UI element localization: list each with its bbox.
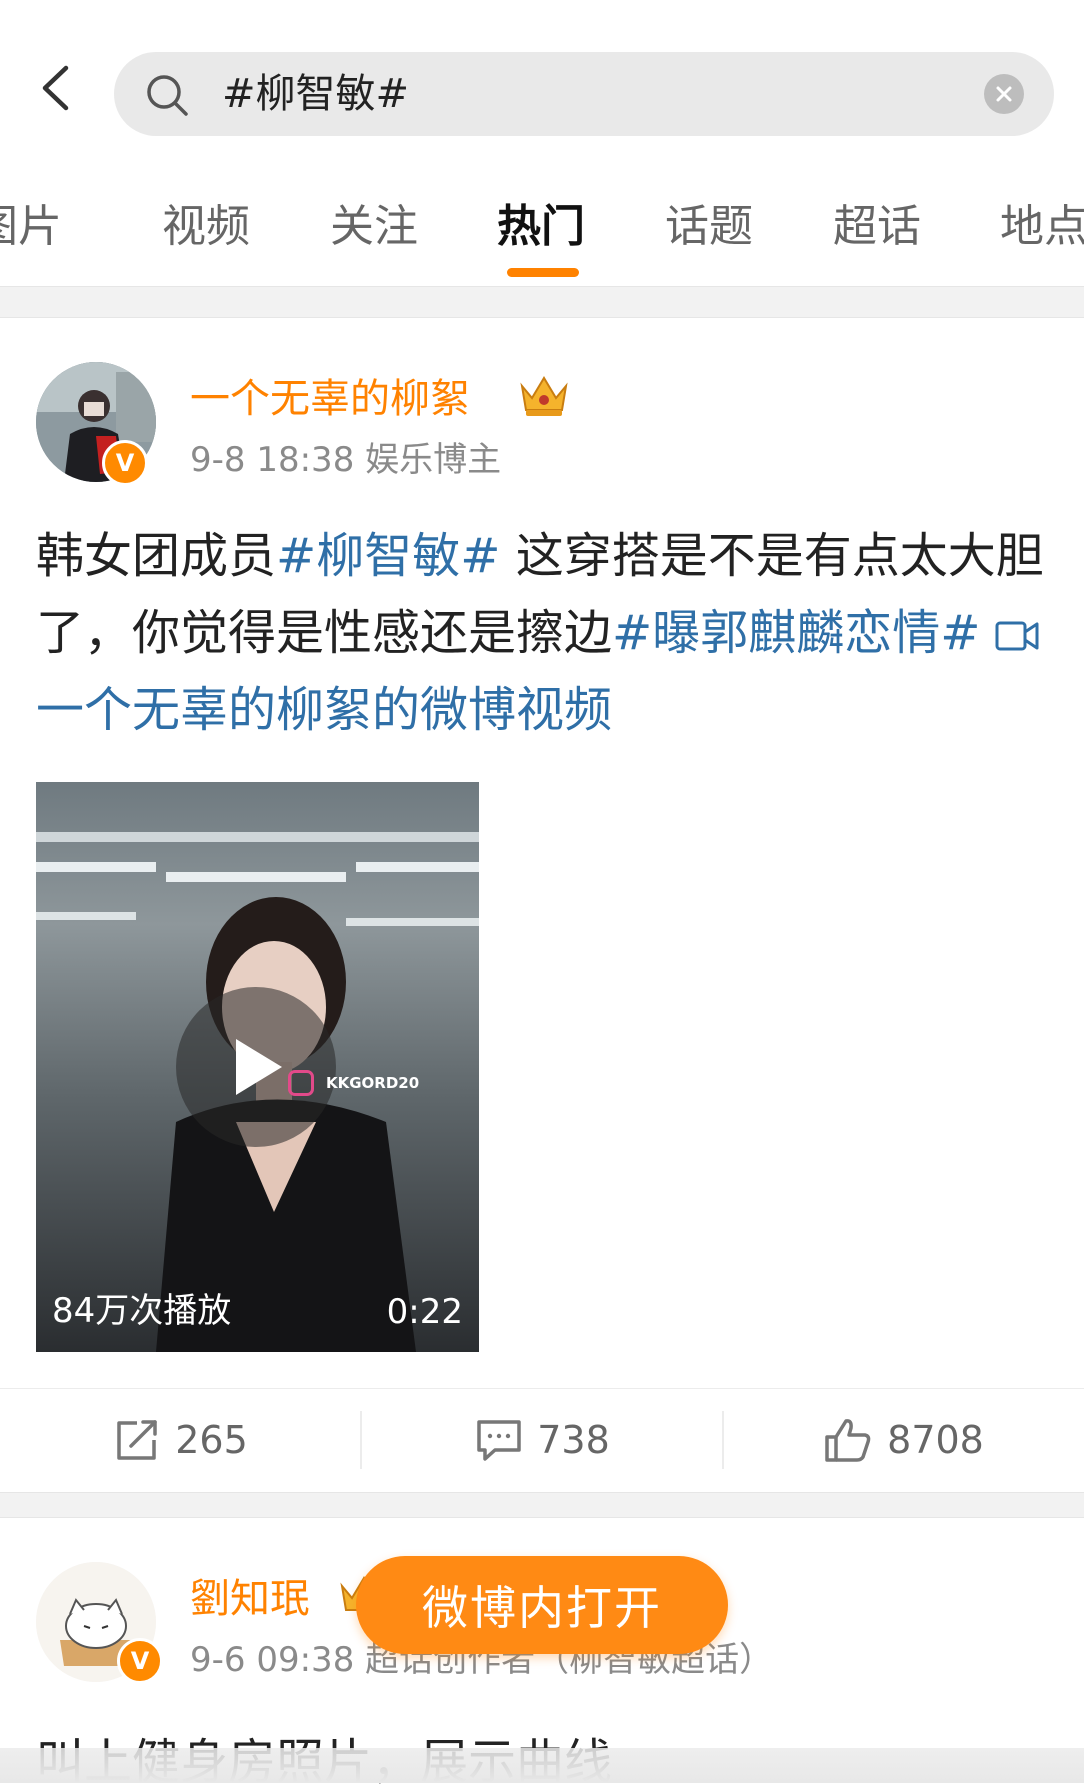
like-button[interactable]: 8708 [723, 1389, 1084, 1491]
verified-badge: V [102, 440, 148, 486]
post-actions: 265 738 8708 [0, 1388, 1084, 1491]
instagram-icon [288, 1070, 314, 1096]
video-duration: 0:22 [386, 1292, 463, 1332]
tab-images[interactable]: 图片 [0, 190, 62, 254]
post-meta: 9-8 18:38 娱乐博主 [190, 440, 502, 480]
video-link[interactable]: 一个无辜的柳絮的微博视频 [36, 682, 612, 738]
repost-button[interactable]: 265 [0, 1389, 361, 1491]
verified-badge: V [117, 1638, 163, 1684]
comment-button[interactable]: 738 [362, 1389, 723, 1491]
search-icon [147, 75, 188, 116]
comment-count: 738 [537, 1418, 610, 1462]
hashtag-link[interactable]: #柳智敏# [276, 528, 500, 584]
post-author-name[interactable]: 一个无辜的柳絮 [190, 366, 470, 424]
play-count: 84万次播放 [52, 1291, 232, 1331]
repost-count: 265 [175, 1418, 248, 1462]
tab-videos[interactable]: 视频 [162, 190, 250, 254]
clear-search-button[interactable] [984, 74, 1024, 114]
bottom-fade [0, 1748, 1084, 1783]
play-icon [236, 1039, 282, 1095]
tab-following[interactable]: 关注 [330, 190, 418, 254]
post-text-intro: 韩女团成员 [36, 528, 277, 584]
video-thumbnail[interactable]: KKGORD20 84万次播放 0:22 [36, 782, 479, 1352]
chevron-left-icon [42, 65, 69, 111]
repost-icon [117, 1420, 157, 1460]
video-camera-icon [995, 621, 1039, 651]
search-input[interactable]: #柳智敏# [222, 52, 409, 136]
close-icon [996, 86, 1012, 102]
open-in-app-button[interactable]: 微博内打开 [356, 1556, 728, 1654]
video-watermark: KKGORD20 [326, 1074, 420, 1092]
search-box[interactable]: #柳智敏# [114, 52, 1054, 136]
like-count: 8708 [887, 1418, 984, 1462]
hashtag-link[interactable]: #曝郭麒麟恋情# [612, 605, 980, 661]
tab-topics[interactable]: 话题 [665, 190, 753, 254]
thumbs-up-icon [825, 1419, 871, 1462]
crown-icon [520, 376, 568, 416]
active-tab-indicator [507, 268, 579, 277]
section-divider [0, 286, 1084, 318]
back-button[interactable] [30, 58, 80, 118]
tab-hot[interactable]: 热门 [497, 190, 585, 254]
tab-super-topics[interactable]: 超话 [833, 190, 921, 254]
search-tabs: 图片 视频 关注 热门 话题 超话 地点 [0, 180, 1084, 280]
comment-icon [477, 1420, 521, 1461]
search-header: #柳智敏# [0, 0, 1084, 160]
post-body: 韩女团成员#柳智敏# 这穿搭是不是有点太大胆了，你觉得是性感还是擦边#曝郭麒麟恋… [36, 518, 1056, 749]
section-divider [0, 1492, 1084, 1518]
post-author-name[interactable]: 劉知珉 [190, 1566, 310, 1624]
play-button[interactable] [176, 987, 336, 1147]
tab-places[interactable]: 地点 [1000, 190, 1084, 254]
